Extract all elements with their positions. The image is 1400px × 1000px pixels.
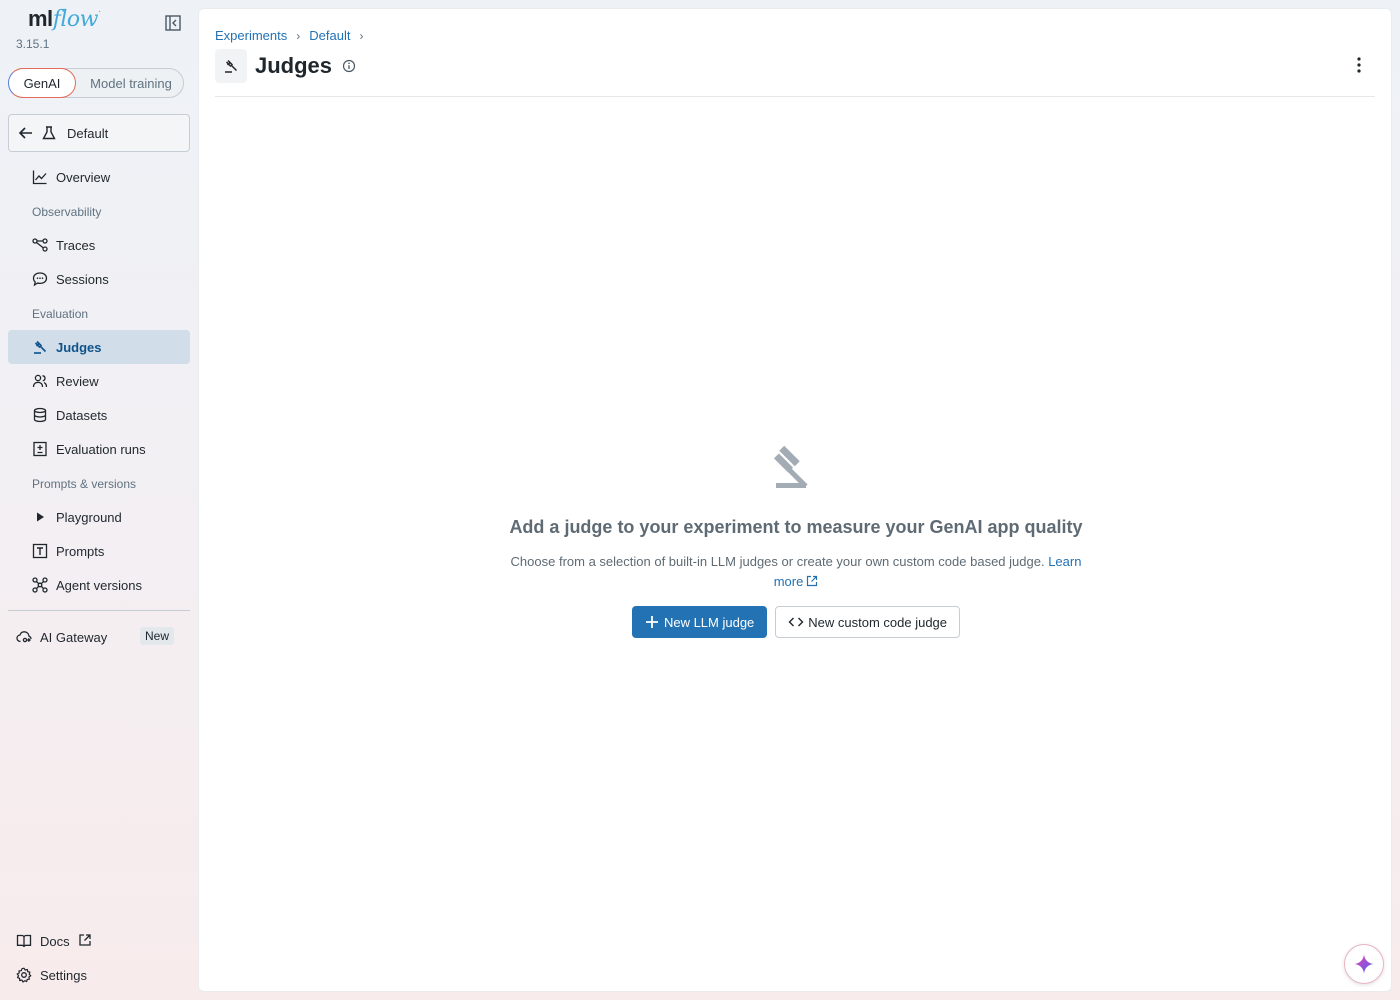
users-icon: [32, 374, 48, 388]
sidebar-item-agent-versions[interactable]: Agent versions: [8, 568, 190, 602]
evaluation-runs-icon: [33, 441, 47, 457]
sidebar-item-playground[interactable]: Playground: [8, 500, 190, 534]
info-icon[interactable]: [342, 59, 356, 73]
experiment-selector[interactable]: Default: [8, 114, 190, 152]
sidebar-collapse-icon[interactable]: [164, 14, 184, 34]
external-link-icon: [807, 575, 818, 587]
sidebar-item-label: AI Gateway: [40, 630, 108, 645]
sidebar-item-label: Judges: [56, 340, 102, 355]
agent-network-icon: [32, 577, 48, 593]
sidebar-item-traces[interactable]: Traces: [8, 228, 190, 262]
text-box-icon: [32, 543, 48, 559]
toggle-model-training[interactable]: Model training: [79, 69, 183, 97]
mlflow-logo[interactable]: mlflow·: [28, 6, 101, 32]
page-title: Judges: [255, 53, 333, 78]
new-badge: New: [140, 627, 175, 645]
beaker-icon: [42, 126, 56, 140]
sidebar-item-prompts[interactable]: Prompts: [8, 534, 190, 568]
sidebar-item-overview[interactable]: Overview: [8, 160, 190, 194]
breadcrumb-experiments[interactable]: Experiments: [215, 28, 287, 43]
gavel-icon: [215, 49, 247, 83]
gear-icon: [16, 967, 32, 983]
database-icon: [33, 407, 47, 423]
sidebar-item-sessions[interactable]: Sessions: [8, 262, 190, 296]
description-text: Choose from a selection of built-in LLM …: [510, 554, 1045, 569]
chevron-right-icon: ›: [296, 28, 301, 43]
sidebar-item-label: Docs: [40, 934, 70, 949]
empty-state: Add a judge to your experiment to measur…: [499, 439, 1093, 638]
sidebar-item-label: Datasets: [56, 408, 108, 423]
logo-dot: ·: [97, 6, 101, 17]
main-panel: Experiments › Default › Judges Add a jud…: [198, 8, 1392, 992]
empty-state-description: Choose from a selection of built-in LLM …: [499, 552, 1093, 592]
sidebar: mlflow· 3.15.1 GenAI Model training Defa…: [0, 0, 198, 1000]
new-custom-code-judge-button[interactable]: New custom code judge: [775, 606, 961, 638]
sidebar-item-ai-gateway[interactable]: AI Gateway New: [8, 620, 190, 654]
kebab-menu-icon[interactable]: [1349, 55, 1369, 75]
sidebar-item-review[interactable]: Review: [8, 364, 190, 398]
sparkle-icon: [1354, 954, 1374, 974]
code-icon: [788, 617, 804, 627]
empty-state-actions: New LLM judge New custom code judge: [499, 606, 1093, 638]
sidebar-item-label: Agent versions: [56, 578, 142, 593]
button-label: New LLM judge: [663, 614, 755, 630]
page-header: Judges: [215, 49, 356, 83]
section-prompts-versions: Prompts & versions: [32, 477, 137, 491]
logo-ml-text: ml: [28, 6, 53, 31]
sidebar-item-label: Playground: [56, 510, 122, 525]
sidebar-item-datasets[interactable]: Datasets: [8, 398, 190, 432]
experiment-name: Default: [67, 125, 109, 141]
gateway-cloud-icon: [16, 631, 32, 643]
toggle-genai[interactable]: GenAI: [8, 68, 76, 98]
sidebar-item-docs[interactable]: Docs: [8, 926, 190, 956]
sidebar-item-label: Traces: [56, 238, 96, 253]
arrow-left-icon[interactable]: [17, 124, 35, 142]
section-evaluation: Evaluation: [32, 307, 89, 321]
sidebar-item-label: Review: [56, 374, 99, 389]
version-label: 3.15.1: [16, 37, 50, 51]
traces-icon: [32, 238, 48, 252]
breadcrumb-default[interactable]: Default: [309, 28, 350, 43]
sidebar-item-judges[interactable]: Judges: [8, 330, 190, 364]
gavel-icon: [768, 439, 824, 495]
section-observability: Observability: [32, 205, 102, 219]
sidebar-divider: [8, 610, 190, 611]
play-icon: [37, 512, 44, 522]
logo-flow-text: flow: [52, 7, 99, 32]
line-chart-icon: [32, 170, 47, 185]
sidebar-item-evaluation-runs[interactable]: Evaluation runs: [8, 432, 190, 466]
breadcrumb: Experiments › Default ›: [215, 28, 372, 43]
workspace-toggle: GenAI Model training: [8, 68, 184, 98]
sidebar-item-label: Overview: [56, 170, 111, 185]
sidebar-item-settings[interactable]: Settings: [8, 960, 190, 990]
header-divider: [215, 96, 1375, 97]
button-label: New custom code judge: [808, 614, 948, 630]
book-icon: [16, 934, 32, 948]
assistant-button[interactable]: [1344, 944, 1384, 984]
sidebar-item-label: Settings: [40, 968, 87, 983]
empty-state-heading: Add a judge to your experiment to measur…: [509, 517, 1083, 537]
sidebar-item-label: Sessions: [56, 272, 109, 287]
plus-icon: [645, 616, 658, 628]
chat-bubble-icon: [32, 272, 48, 287]
gavel-icon: [34, 340, 47, 354]
new-llm-judge-button[interactable]: New LLM judge: [631, 606, 768, 638]
sidebar-item-label: Prompts: [56, 544, 105, 559]
chevron-right-icon: ›: [359, 28, 364, 43]
sidebar-item-label: Evaluation runs: [56, 442, 146, 457]
external-link-icon: [79, 934, 91, 946]
